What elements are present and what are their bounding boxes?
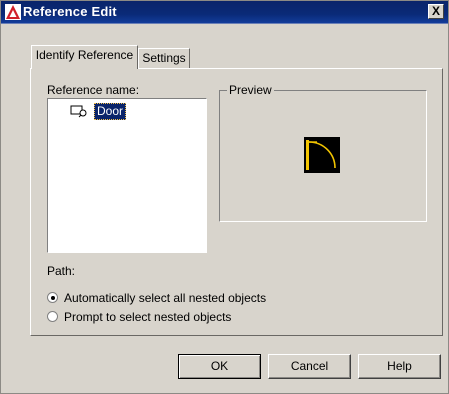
option-auto-select-label[interactable]: Automatically select all nested objects — [64, 291, 266, 305]
window-title: Reference Edit — [23, 4, 117, 19]
tab-identify-reference[interactable]: Identify Reference — [31, 45, 138, 69]
reference-tree-list[interactable]: Door — [47, 98, 207, 253]
title-bar[interactable]: Reference Edit X — [1, 1, 448, 24]
block-reference-icon — [70, 105, 87, 118]
help-button[interactable]: Help — [358, 354, 441, 379]
door-preview-icon — [304, 137, 340, 173]
path-label: Path: — [47, 264, 76, 278]
reference-edit-dialog: Reference Edit X Settings Identify Refer… — [0, 0, 449, 394]
tab-settings[interactable]: Settings — [138, 48, 190, 69]
preview-label: Preview — [227, 83, 274, 97]
autocad-app-icon — [5, 4, 21, 20]
reference-name-label: Reference name: — [47, 83, 140, 97]
radio-selected-dot — [51, 296, 55, 300]
option-prompt-label[interactable]: Prompt to select nested objects — [64, 310, 231, 324]
close-button[interactable]: X — [428, 4, 444, 19]
cancel-button[interactable]: Cancel — [268, 354, 351, 379]
ok-button[interactable]: OK — [178, 354, 261, 379]
radio-auto-select-nested[interactable] — [47, 292, 58, 303]
tree-item-door[interactable]: Door — [94, 103, 127, 120]
radio-prompt-nested[interactable] — [47, 311, 58, 322]
